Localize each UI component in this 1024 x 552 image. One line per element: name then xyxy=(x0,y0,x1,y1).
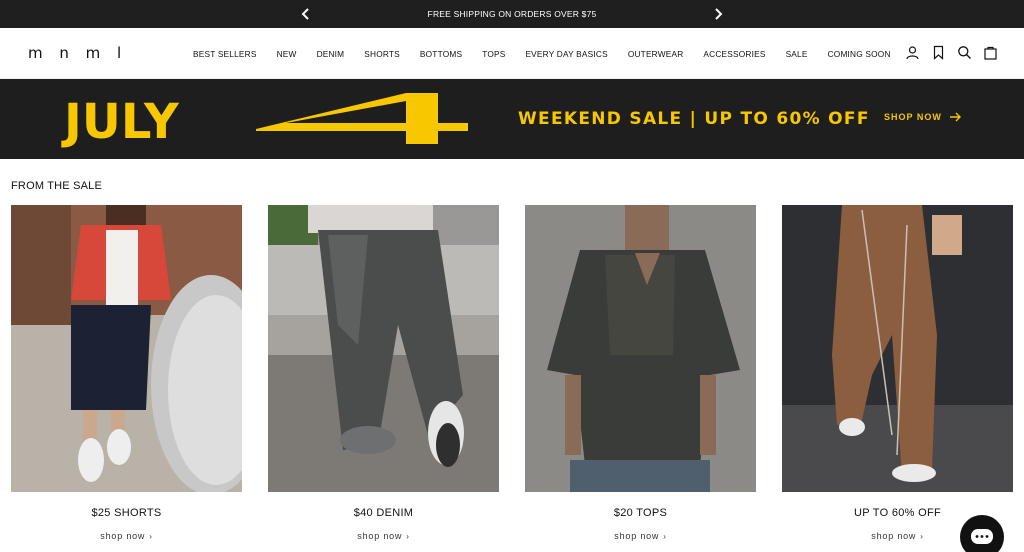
announcement-text: FREE SHIPPING ON ORDERS OVER $75 xyxy=(427,9,597,19)
product-image-tops[interactable] xyxy=(525,205,756,492)
shop-now-link[interactable]: shop now › xyxy=(525,531,756,541)
nav-accessories[interactable]: ACCESSORIES xyxy=(703,49,765,59)
product-card-sale[interactable]: UP TO 60% OFF shop now › xyxy=(782,205,1013,541)
wishlist-icon[interactable] xyxy=(931,45,946,60)
chevron-right-icon[interactable] xyxy=(710,6,726,22)
nav-new[interactable]: NEW xyxy=(277,49,297,59)
chevron-right-icon: › xyxy=(149,532,153,541)
nav-outerwear[interactable]: OUTERWEAR xyxy=(628,49,684,59)
nav-tops[interactable]: TOPS xyxy=(482,49,505,59)
logo[interactable]: m n m l xyxy=(28,44,127,62)
product-title[interactable]: $20 TOPS xyxy=(525,507,756,519)
search-icon[interactable] xyxy=(957,45,972,60)
product-title[interactable]: $25 SHORTS xyxy=(11,507,242,519)
nav-every-day-basics[interactable]: EVERY DAY BASICS xyxy=(525,49,607,59)
chat-icon xyxy=(971,529,993,544)
shop-now-link[interactable]: shop now › xyxy=(268,531,499,541)
product-image-sale[interactable] xyxy=(782,205,1013,492)
shop-now-label: shop now xyxy=(100,531,146,541)
nav-denim[interactable]: DENIM xyxy=(317,49,345,59)
account-icon[interactable] xyxy=(905,45,920,60)
product-card-tops[interactable]: $20 TOPS shop now › xyxy=(525,205,756,541)
promo-banner[interactable]: JULY WEEKEND SALE | UP TO 60% OFF SHOP N… xyxy=(0,79,1024,159)
banner-number-four-graphic xyxy=(256,93,468,144)
nav-bottoms[interactable]: BOTTOMS xyxy=(420,49,462,59)
site-header: m n m l BEST SELLERS NEW DENIM SHORTS BO… xyxy=(0,28,1024,79)
cart-icon[interactable] xyxy=(983,45,998,60)
product-image-shorts[interactable] xyxy=(11,205,242,492)
banner-headline: JULY xyxy=(64,94,179,150)
chat-button[interactable] xyxy=(960,515,1004,552)
shop-now-label: shop now xyxy=(614,531,660,541)
nav-shorts[interactable]: SHORTS xyxy=(364,49,400,59)
section-title: FROM THE SALE xyxy=(11,180,103,192)
product-card-shorts[interactable]: $25 SHORTS shop now › xyxy=(11,205,242,541)
nav-coming-soon[interactable]: COMING SOON xyxy=(828,49,891,59)
shop-now-label: shop now xyxy=(871,531,917,541)
banner-sale-text: WEEKEND SALE | UP TO 60% OFF xyxy=(518,109,870,129)
product-title[interactable]: $40 DENIM xyxy=(268,507,499,519)
chevron-right-icon: › xyxy=(406,532,410,541)
product-card-denim[interactable]: $40 DENIM shop now › xyxy=(268,205,499,541)
product-image-denim[interactable] xyxy=(268,205,499,492)
main-nav: BEST SELLERS NEW DENIM SHORTS BOTTOMS TO… xyxy=(193,28,911,79)
nav-sale[interactable]: SALE xyxy=(786,49,808,59)
shop-now-label: shop now xyxy=(357,531,403,541)
chevron-right-icon: › xyxy=(920,532,924,541)
banner-shop-now-button[interactable]: SHOP NOW xyxy=(884,112,962,122)
header-icons xyxy=(905,45,998,60)
arrow-right-icon xyxy=(949,112,961,122)
shop-now-link[interactable]: shop now › xyxy=(11,531,242,541)
announcement-bar: FREE SHIPPING ON ORDERS OVER $75 xyxy=(0,0,1024,28)
chevron-right-icon: › xyxy=(663,532,667,541)
nav-best-sellers[interactable]: BEST SELLERS xyxy=(193,49,257,59)
banner-shop-now-label: SHOP NOW xyxy=(884,112,942,122)
